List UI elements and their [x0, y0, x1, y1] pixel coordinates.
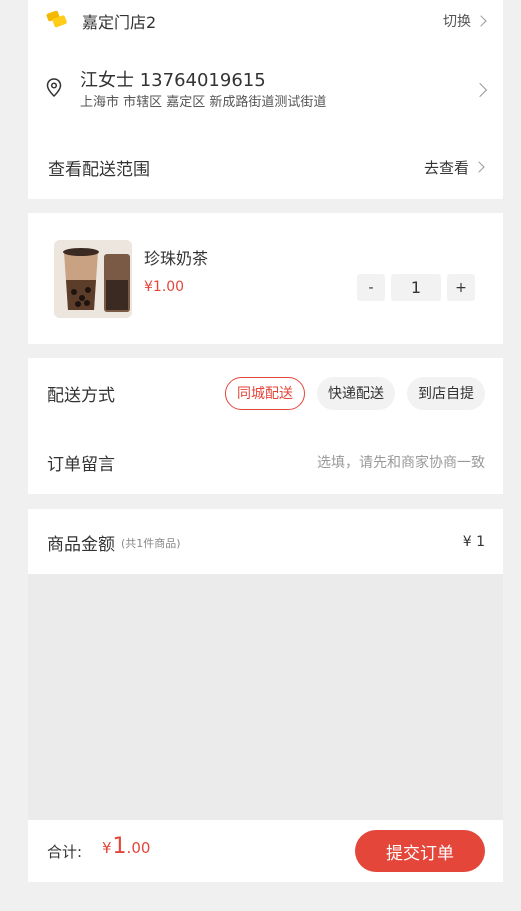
product-card: 珍珠奶茶 ¥1.00 - 1 +: [28, 213, 503, 344]
product-name: 珍珠奶茶: [144, 249, 209, 268]
total-price: ¥ 1 .00: [102, 834, 150, 859]
amount-value: ¥ 1: [462, 534, 485, 550]
store-address-card: 嘉定门店2 切换 江女士 13764019615 上海市 市辖区 嘉定区 新成路…: [28, 0, 503, 199]
address-text: 江女士 13764019615 上海市 市辖区 嘉定区 新成路街道测试街道: [80, 68, 326, 112]
delivery-method-label: 配送方式: [47, 385, 115, 406]
product-price: ¥1.00: [144, 279, 185, 295]
product-image: [54, 240, 132, 318]
order-note-input[interactable]: 选填，请先和商家协商一致: [317, 452, 485, 472]
address-detail: 上海市 市辖区 嘉定区 新成路街道测试街道: [80, 95, 327, 110]
chevron-right-icon: [475, 15, 487, 27]
quantity-value[interactable]: 1: [391, 274, 441, 301]
total-label: 合计:: [47, 843, 83, 861]
item-count: (共1件商品): [121, 537, 181, 550]
option-same-city[interactable]: 同城配送: [225, 376, 305, 410]
option-express[interactable]: 快递配送: [317, 376, 395, 410]
chevron-right-icon: [473, 161, 485, 173]
amount-row: 商品金额 (共1件商品) ¥ 1: [28, 528, 503, 556]
empty-area: [28, 574, 503, 820]
view-range-label: 去查看: [423, 158, 469, 177]
store-icon: [46, 9, 68, 33]
currency-symbol: ¥: [102, 839, 112, 857]
delivery-options: 同城配送 快递配送 到店自提: [225, 376, 485, 410]
switch-store-button[interactable]: 切换: [443, 11, 487, 31]
amount-label: 商品金额: [47, 534, 115, 555]
quantity-stepper: - 1 +: [357, 274, 475, 301]
decrease-button[interactable]: -: [357, 274, 385, 301]
delivery-range-label: 查看配送范围: [48, 159, 150, 180]
order-note-row: 订单留言 选填，请先和商家协商一致: [28, 447, 503, 477]
footer-bar: 合计: ¥ 1 .00 提交订单: [28, 820, 503, 882]
delivery-method-row: 配送方式 同城配送 快递配送 到店自提: [28, 376, 503, 410]
delivery-card: 配送方式 同城配送 快递配送 到店自提 订单留言 选填，请先和商家协商一致: [28, 358, 503, 494]
total-integer: 1: [112, 834, 127, 859]
store-name: 嘉定门店2: [82, 13, 157, 32]
chevron-right-icon: [472, 82, 488, 98]
submit-order-button[interactable]: 提交订单: [355, 830, 485, 872]
amount-card: 商品金额 (共1件商品) ¥ 1: [28, 509, 503, 574]
location-pin-icon: [46, 78, 62, 102]
total-decimal: .00: [126, 839, 151, 857]
order-note-label: 订单留言: [47, 454, 115, 475]
store-row[interactable]: 嘉定门店2 切换: [28, 8, 503, 34]
option-pickup[interactable]: 到店自提: [407, 376, 485, 410]
switch-store-label: 切换: [443, 14, 471, 30]
view-range-link[interactable]: 去查看: [423, 157, 485, 178]
increase-button[interactable]: +: [447, 274, 475, 301]
address-row[interactable]: 江女士 13764019615 上海市 市辖区 嘉定区 新成路街道测试街道: [28, 64, 503, 116]
delivery-range-row[interactable]: 查看配送范围 去查看: [28, 154, 503, 180]
recipient-name-phone: 江女士 13764019615: [80, 70, 266, 91]
